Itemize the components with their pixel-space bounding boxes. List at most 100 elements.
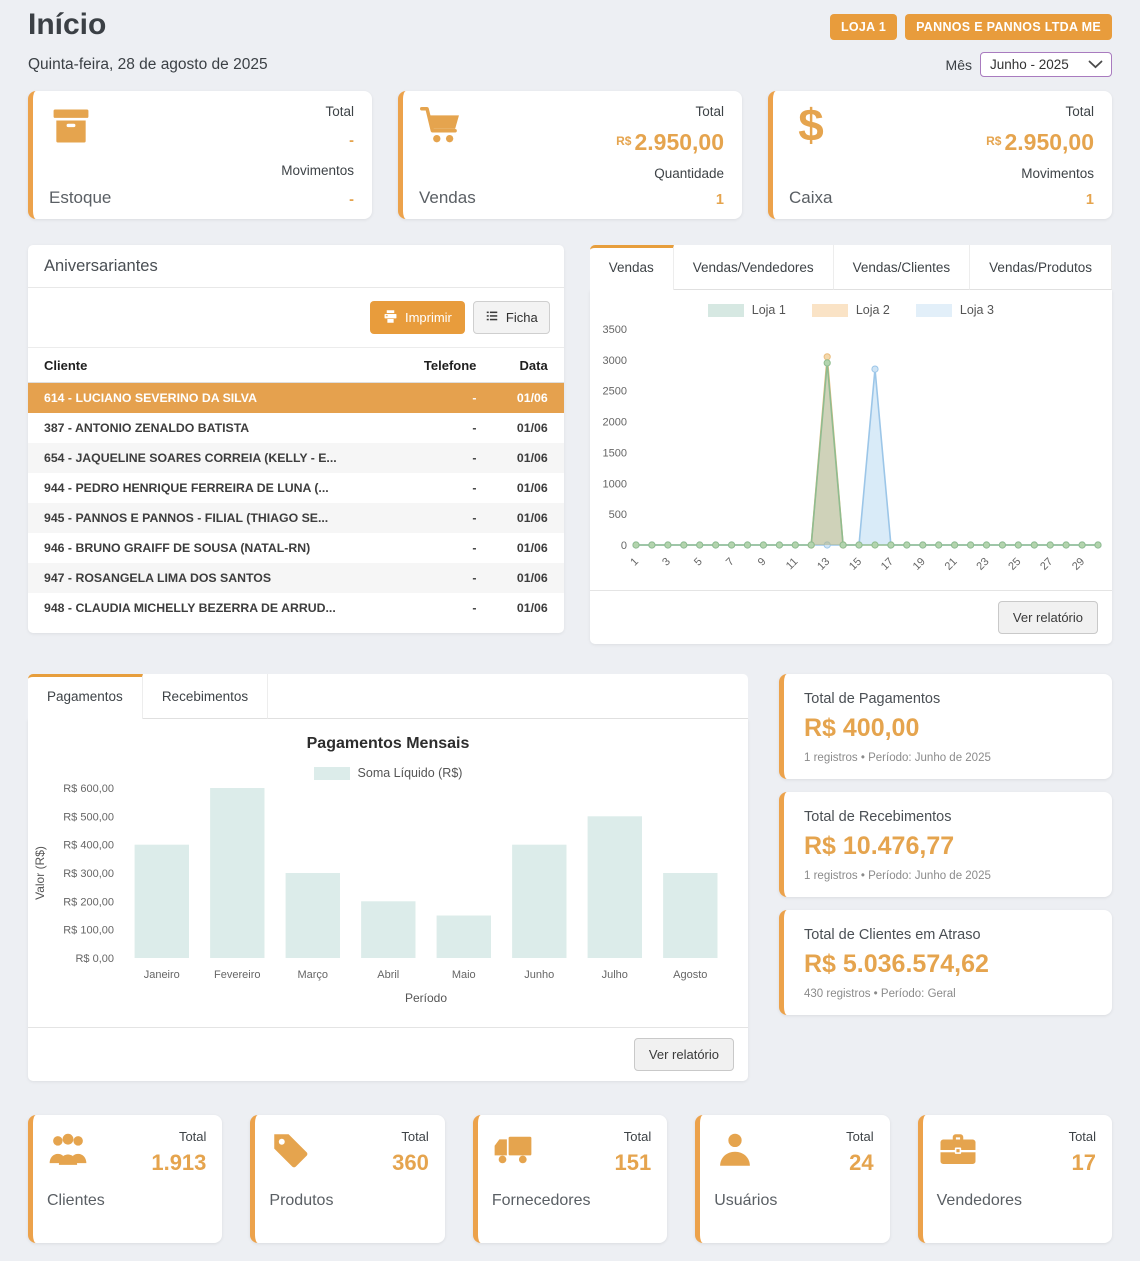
store-button[interactable]: LOJA 1 — [830, 14, 897, 40]
svg-text:Maio: Maio — [452, 969, 476, 981]
print-button-label: Imprimir — [405, 310, 452, 325]
entity-total-label: Total — [1069, 1129, 1096, 1144]
header-subrow: Quinta-feira, 28 de agosto de 2025 Mês J… — [28, 52, 1112, 77]
month-label: Mês — [946, 57, 972, 73]
total-card-meta: 1 registros • Período: Junho de 2025 — [804, 870, 1092, 882]
dashboard-page: Início LOJA 1 PANNOS E PANNOS LTDA ME Qu… — [0, 0, 1140, 1261]
summary-cards-row: Estoque Total - Movimentos - — [28, 91, 1112, 219]
company-button[interactable]: PANNOS E PANNOS LTDA ME — [905, 14, 1112, 40]
svg-text:21: 21 — [942, 556, 959, 573]
entity-card-label: Clientes — [47, 1192, 105, 1210]
stat-row-label: Movimentos — [986, 166, 1094, 181]
svg-text:5: 5 — [692, 556, 705, 569]
ficha-button-label: Ficha — [506, 310, 538, 325]
legend-swatch — [708, 304, 744, 317]
table-row[interactable]: 654 - JAQUELINE SOARES CORREIA (KELLY - … — [28, 443, 564, 473]
stat-row-value: - — [281, 133, 354, 149]
svg-text:2500: 2500 — [602, 386, 626, 398]
sales-report-button[interactable]: Ver relatório — [998, 601, 1098, 634]
user-icon — [714, 1129, 777, 1176]
svg-text:17: 17 — [879, 556, 896, 573]
stat-card-caixa[interactable]: $ Caixa Total R$2.950,00 Movimentos 1 — [768, 91, 1112, 219]
total-card-value: R$ 400,00 — [804, 714, 1092, 743]
birthdays-toolbar: Imprimir Ficha — [28, 288, 564, 348]
total-recebimentos-card[interactable]: Total de Recebimentos R$ 10.476,77 1 reg… — [779, 792, 1112, 897]
legend-swatch — [314, 767, 350, 780]
table-row[interactable]: 946 - BRUNO GRAIFF DE SOUSA (NATAL-RN)-0… — [28, 533, 564, 563]
table-row[interactable]: 945 - PANNOS E PANNOS - FILIAL (THIAGO S… — [28, 503, 564, 533]
cart-icon — [419, 104, 463, 148]
stat-row-value: 1 — [616, 192, 724, 208]
table-row[interactable]: 948 - CLAUDIA MICHELLY BEZERRA DE ARRUD.… — [28, 593, 564, 623]
payments-report-button[interactable]: Ver relatório — [634, 1038, 734, 1071]
svg-text:25: 25 — [1006, 556, 1023, 573]
svg-text:R$ 200,00: R$ 200,00 — [63, 896, 114, 908]
tab-vendas-vendedores[interactable]: Vendas/Vendedores — [674, 245, 834, 290]
entity-cards-row: Clientes Total 1.913 Produtos Total 360 — [28, 1115, 1112, 1243]
current-date: Quinta-feira, 28 de agosto de 2025 — [28, 56, 268, 74]
entity-card-usuarios[interactable]: Usuários Total 24 — [695, 1115, 889, 1243]
tab-pagamentos[interactable]: Pagamentos — [28, 674, 143, 719]
table-row[interactable]: 614 - LUCIANO SEVERINO DA SILVA-01/06 — [28, 383, 564, 414]
total-card-title: Total de Recebimentos — [804, 809, 1092, 825]
stat-card-estoque[interactable]: Estoque Total - Movimentos - — [28, 91, 372, 219]
svg-text:Julho: Julho — [602, 969, 628, 981]
legend-item: Loja 1 — [708, 303, 786, 317]
entity-card-label: Produtos — [269, 1192, 333, 1210]
month-select[interactable]: Junho - 2025 — [980, 52, 1112, 77]
svg-text:11: 11 — [784, 556, 801, 573]
entity-total-value: 1.913 — [151, 1150, 206, 1176]
currency-prefix: R$ — [986, 134, 1001, 148]
briefcase-icon — [937, 1129, 1022, 1176]
header: Início LOJA 1 PANNOS E PANNOS LTDA ME — [28, 6, 1112, 42]
truck-icon — [492, 1129, 591, 1176]
payments-chart-panel: Pagamentos Mensais Soma Líquido (R$) R$ … — [28, 719, 748, 1081]
svg-text:Agosto: Agosto — [673, 969, 707, 981]
svg-text:Março: Março — [297, 969, 328, 981]
print-button[interactable]: Imprimir — [370, 301, 465, 334]
legend-label: Loja 2 — [856, 303, 890, 317]
entity-card-fornecedores[interactable]: Fornecedores Total 151 — [473, 1115, 667, 1243]
table-row[interactable]: 387 - ANTONIO ZENALDO BATISTA-01/06 — [28, 413, 564, 443]
legend-item: Soma Líquido (R$) — [314, 766, 463, 780]
printer-icon — [383, 309, 398, 327]
tab-vendas-produtos[interactable]: Vendas/Produtos — [970, 245, 1112, 290]
box-icon — [49, 104, 93, 148]
svg-text:R$ 500,00: R$ 500,00 — [63, 811, 114, 823]
entity-card-clientes[interactable]: Clientes Total 1.913 — [28, 1115, 222, 1243]
table-row[interactable]: 947 - ROSANGELA LIMA DOS SANTOS-01/06 — [28, 563, 564, 593]
stat-card-label: Caixa — [789, 188, 833, 208]
svg-text:R$ 600,00: R$ 600,00 — [63, 783, 114, 795]
legend-label: Loja 1 — [752, 303, 786, 317]
tag-icon — [269, 1129, 333, 1176]
ficha-button[interactable]: Ficha — [473, 301, 550, 334]
total-clientes-atraso-card[interactable]: Total de Clientes em Atraso R$ 5.036.574… — [779, 910, 1112, 1015]
tab-recebimentos[interactable]: Recebimentos — [143, 674, 268, 719]
tab-vendas[interactable]: Vendas — [590, 245, 674, 290]
table-header-row: Cliente Telefone Data — [28, 348, 564, 383]
stat-card-label: Vendas — [419, 188, 476, 208]
entity-card-label: Usuários — [714, 1192, 777, 1210]
entity-card-vendedores[interactable]: Vendedores Total 17 — [918, 1115, 1112, 1243]
svg-text:13: 13 — [815, 556, 832, 573]
total-pagamentos-card[interactable]: Total de Pagamentos R$ 400,00 1 registro… — [779, 674, 1112, 779]
svg-text:Valor (R$): Valor (R$) — [33, 846, 47, 900]
legend-item: Loja 3 — [916, 303, 994, 317]
total-card-title: Total de Pagamentos — [804, 691, 1092, 707]
table-row[interactable]: 944 - PEDRO HENRIQUE FERREIRA DE LUNA (.… — [28, 473, 564, 503]
svg-text:29: 29 — [1070, 556, 1087, 573]
total-card-meta: 1 registros • Período: Junho de 2025 — [804, 752, 1092, 764]
total-card-title: Total de Clientes em Atraso — [804, 927, 1092, 943]
entity-total-label: Total — [151, 1129, 206, 1144]
payments-tabs: Pagamentos Recebimentos — [28, 674, 748, 719]
svg-text:$: $ — [798, 104, 824, 148]
tab-vendas-clientes[interactable]: Vendas/Clientes — [834, 245, 971, 290]
col-cliente: Cliente — [28, 348, 397, 383]
payments-panel: Pagamentos Recebimentos Pagamentos Mensa… — [28, 674, 748, 1081]
total-card-value: R$ 5.036.574,62 — [804, 950, 1092, 979]
col-data: Data — [492, 348, 563, 383]
payments-chart: R$ 0,00R$ 100,00R$ 200,00R$ 300,00R$ 400… — [28, 780, 746, 1022]
stat-card-vendas[interactable]: Vendas Total R$2.950,00 Quantidade 1 — [398, 91, 742, 219]
entity-card-produtos[interactable]: Produtos Total 360 — [250, 1115, 444, 1243]
month-select-value: Junho - 2025 — [990, 57, 1069, 72]
